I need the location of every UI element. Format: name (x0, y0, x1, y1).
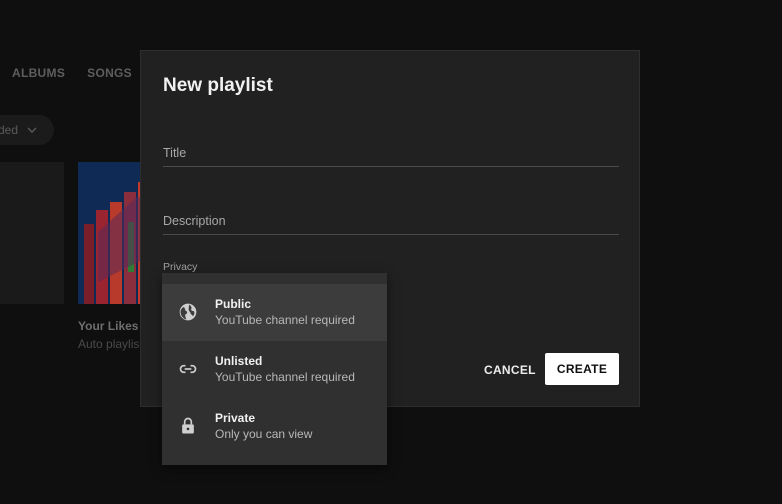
privacy-option-label: Unlisted (215, 354, 263, 368)
privacy-option-sublabel: YouTube channel required (215, 313, 355, 327)
sort-filter-chip-label: ded (0, 123, 19, 137)
privacy-option-label: Private (215, 411, 256, 425)
privacy-option-public[interactable]: Public YouTube channel required (162, 284, 387, 341)
dialog-title: New playlist (163, 75, 273, 96)
create-button[interactable]: CREATE (545, 353, 619, 385)
chevron-down-icon (27, 127, 37, 133)
library-tabs: ALBUMS SONGS (12, 66, 132, 80)
privacy-option-private[interactable]: Private Only you can view (162, 398, 387, 455)
app-stage: ALBUMS SONGS ded Your Likes Auto playlis… (0, 0, 782, 504)
sort-filter-chip[interactable]: ded (0, 115, 54, 145)
title-field[interactable]: Title (163, 144, 619, 167)
privacy-option-label: Public (215, 297, 252, 311)
privacy-dropdown-menu: Public YouTube channel required Unlisted… (162, 273, 387, 465)
description-field-label: Description (163, 214, 226, 228)
tab-albums[interactable]: ALBUMS (12, 66, 65, 80)
link-icon (178, 359, 198, 379)
privacy-option-sublabel: Only you can view (215, 427, 313, 441)
tab-songs[interactable]: SONGS (87, 66, 132, 80)
globe-icon (178, 302, 198, 322)
privacy-option-unlisted[interactable]: Unlisted YouTube channel required (162, 341, 387, 398)
lock-icon (178, 416, 198, 436)
privacy-label: Privacy (163, 261, 198, 273)
title-field-label: Title (163, 146, 187, 160)
your-likes-title[interactable]: Your Likes (78, 319, 138, 333)
playlist-thumbnail[interactable] (0, 162, 64, 304)
your-likes-subtitle: Auto playlis (78, 337, 140, 351)
description-field[interactable]: Description (163, 212, 619, 235)
cancel-button[interactable]: CANCEL (474, 354, 546, 386)
privacy-option-sublabel: YouTube channel required (215, 370, 355, 384)
